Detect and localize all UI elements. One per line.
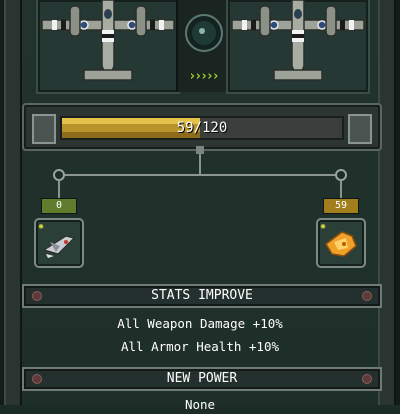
new-power-title: NEW POWER: [166, 371, 238, 386]
new-power-value: None: [184, 397, 216, 412]
right-rail: [378, 0, 396, 405]
progress-label: 59/120: [176, 120, 228, 136]
new-power-header: NEW POWER: [22, 367, 382, 391]
bar-cap-left: [32, 114, 56, 144]
connector-line: [58, 180, 60, 198]
stat-line: All Armor Health +10%: [120, 339, 280, 354]
warplane-icon: [41, 0, 175, 81]
rivet-icon: [362, 374, 372, 384]
connector-pin: [196, 146, 204, 154]
bar-cap-right: [348, 114, 372, 144]
reward-count-badge: 0: [41, 198, 77, 214]
center-hub: ›››››: [176, 0, 230, 92]
stats-improve-title: STATS IMPROVE: [151, 288, 253, 303]
gear-icon: ✹: [320, 221, 327, 232]
stats-improve-header: STATS IMPROVE: [22, 284, 382, 308]
left-rail: [4, 0, 22, 405]
stat-line: All Weapon Damage +10%: [117, 316, 283, 331]
connector-line: [340, 180, 342, 198]
radar-icon: [185, 14, 223, 52]
progress-track: 59/120: [60, 116, 344, 140]
reward-count-badge: 59: [323, 198, 359, 214]
upgrade-arrows-icon: ›››››: [188, 69, 219, 84]
connector-line: [199, 154, 201, 174]
rivet-icon: [362, 291, 372, 301]
connector-line: [58, 174, 342, 176]
warplane-icon: [231, 0, 365, 81]
progress-bar: 59/120: [22, 103, 382, 151]
upgraded-plane-panel: [226, 0, 370, 94]
current-plane-panel: [36, 0, 180, 94]
reward-item-gold[interactable]: ✹: [316, 218, 366, 268]
reward-item-silver[interactable]: ✹: [34, 218, 84, 268]
gear-icon: ✹: [38, 221, 45, 232]
